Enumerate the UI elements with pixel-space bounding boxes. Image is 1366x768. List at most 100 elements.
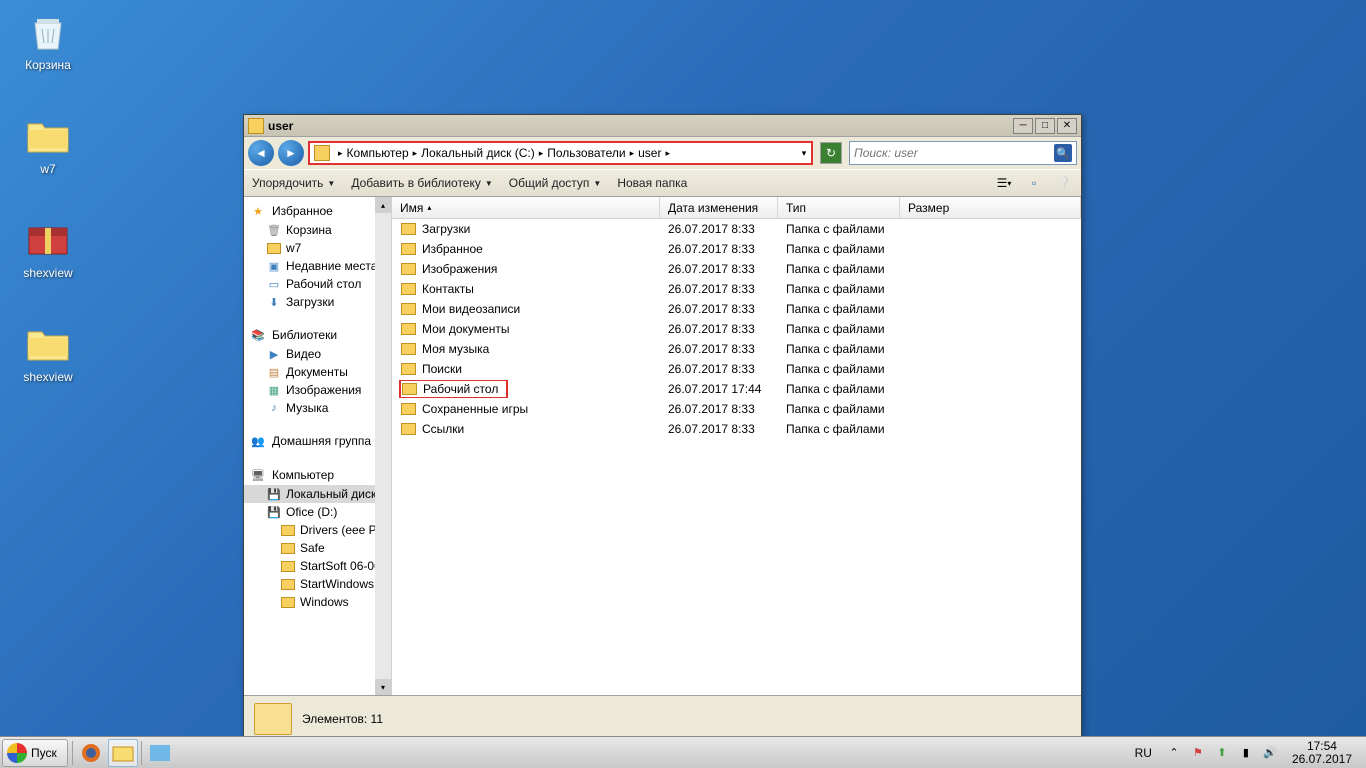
- chevron-right-icon[interactable]: ▸: [338, 148, 343, 159]
- scroll-down-icon[interactable]: ▾: [375, 679, 391, 695]
- sidebar-item[interactable]: ▣Недавние места: [244, 257, 391, 275]
- search-input[interactable]: [854, 146, 1054, 160]
- folder-icon: [24, 320, 72, 368]
- sidebar-libraries-header[interactable]: 📚Библиотеки: [244, 325, 391, 345]
- folder-icon: [400, 281, 416, 297]
- help-button[interactable]: ❔: [1055, 174, 1073, 192]
- breadcrumb-item[interactable]: user: [638, 146, 661, 160]
- titlebar[interactable]: user ─ □ ✕: [244, 115, 1081, 137]
- file-row[interactable]: Изображения26.07.2017 8:33Папка с файлам…: [392, 259, 1081, 279]
- start-button[interactable]: Пуск: [2, 739, 68, 767]
- search-icon[interactable]: 🔍: [1054, 144, 1072, 162]
- sidebar-favorites-header[interactable]: ★Избранное: [244, 201, 391, 221]
- folder-icon: [400, 261, 416, 277]
- folder-icon: [314, 145, 330, 161]
- file-row[interactable]: Контакты26.07.2017 8:33Папка с файлами: [392, 279, 1081, 299]
- file-row[interactable]: Рабочий стол26.07.2017 17:44Папка с файл…: [392, 379, 1081, 399]
- desktop-icon-shexview-1[interactable]: shexview: [10, 216, 86, 280]
- column-header-date[interactable]: Дата изменения: [660, 197, 778, 218]
- sidebar-item[interactable]: StartSoft 06-06-: [244, 557, 391, 575]
- sidebar-item[interactable]: 💾Ofice (D:): [244, 503, 391, 521]
- file-row[interactable]: Загрузки26.07.2017 8:33Папка с файлами: [392, 219, 1081, 239]
- sidebar-item[interactable]: ⬇Загрузки: [244, 293, 391, 311]
- chevron-right-icon[interactable]: ▸: [630, 148, 635, 159]
- breadcrumb: ▸ Компьютер ▸ Локальный диск (C:) ▸ Поль…: [334, 146, 674, 160]
- taskbar-app[interactable]: [145, 739, 175, 767]
- view-options-button[interactable]: ☰▾: [995, 174, 1013, 192]
- statusbar: Элементов: 11: [244, 695, 1081, 741]
- chevron-right-icon[interactable]: ▸: [413, 148, 418, 159]
- folder-icon: [400, 361, 416, 377]
- add-to-library-button[interactable]: Добавить в библиотеку▼: [351, 176, 492, 190]
- file-row[interactable]: Сохраненные игры26.07.2017 8:33Папка с ф…: [392, 399, 1081, 419]
- breadcrumb-item[interactable]: Пользователи: [547, 146, 625, 160]
- chevron-up-icon[interactable]: ⌃: [1166, 745, 1182, 761]
- new-folder-button[interactable]: Новая папка: [617, 176, 687, 190]
- sidebar-item[interactable]: w7: [244, 239, 391, 257]
- folder-icon: [24, 112, 72, 160]
- preview-pane-button[interactable]: ▫: [1025, 174, 1043, 192]
- window-title: user: [268, 119, 1013, 133]
- scroll-up-icon[interactable]: ▴: [375, 197, 391, 213]
- folder-icon: [254, 703, 292, 735]
- folder-icon: [400, 221, 416, 237]
- sidebar-item[interactable]: Drivers (eee PC: [244, 521, 391, 539]
- clock[interactable]: 17:54 26.07.2017: [1286, 740, 1358, 766]
- file-row[interactable]: Ссылки26.07.2017 8:33Папка с файлами: [392, 419, 1081, 439]
- file-row[interactable]: Мои документы26.07.2017 8:33Папка с файл…: [392, 319, 1081, 339]
- minimize-button[interactable]: ─: [1013, 118, 1033, 134]
- breadcrumb-item[interactable]: Локальный диск (C:): [421, 146, 535, 160]
- column-header-size[interactable]: Размер: [900, 197, 1081, 218]
- forward-button[interactable]: ►: [278, 140, 304, 166]
- sidebar-item[interactable]: ▶Видео: [244, 345, 391, 363]
- search-box[interactable]: 🔍: [849, 141, 1077, 165]
- sidebar-item[interactable]: ▦Изображения: [244, 381, 391, 399]
- address-bar[interactable]: ▸ Компьютер ▸ Локальный диск (C:) ▸ Поль…: [308, 141, 813, 165]
- folder-icon: [400, 241, 416, 257]
- sidebar-item[interactable]: ▭Рабочий стол: [244, 275, 391, 293]
- file-row[interactable]: Моя музыка26.07.2017 8:33Папка с файлами: [392, 339, 1081, 359]
- column-header-type[interactable]: Тип: [778, 197, 900, 218]
- sidebar-item[interactable]: 🗑Корзина: [244, 221, 391, 239]
- folder-icon: [280, 540, 296, 556]
- taskbar-explorer[interactable]: [108, 739, 138, 767]
- sidebar-item[interactable]: ♪Музыка: [244, 399, 391, 417]
- breadcrumb-item[interactable]: Компьютер: [347, 146, 409, 160]
- sidebar-scrollbar[interactable]: ▴ ▾: [375, 197, 391, 695]
- recycle-bin-icon: [24, 8, 72, 56]
- close-button[interactable]: ✕: [1057, 118, 1077, 134]
- sidebar-computer-header[interactable]: 🖥Компьютер: [244, 465, 391, 485]
- language-indicator[interactable]: RU: [1129, 746, 1158, 760]
- network-icon[interactable]: ▮: [1238, 745, 1254, 761]
- sidebar-item[interactable]: Safe: [244, 539, 391, 557]
- address-dropdown[interactable]: ▾: [797, 148, 811, 159]
- usb-icon[interactable]: ⬆: [1214, 745, 1230, 761]
- desktop-icon-w7[interactable]: w7: [10, 112, 86, 176]
- windows-orb-icon: [7, 743, 27, 763]
- file-row[interactable]: Поиски26.07.2017 8:33Папка с файлами: [392, 359, 1081, 379]
- refresh-button[interactable]: ↻: [820, 142, 842, 164]
- column-header-name[interactable]: Имя▴: [392, 197, 660, 218]
- chevron-right-icon[interactable]: ▸: [665, 148, 670, 159]
- maximize-button[interactable]: □: [1035, 118, 1055, 134]
- sidebar-item[interactable]: StartWindows: [244, 575, 391, 593]
- chevron-right-icon[interactable]: ▸: [539, 148, 544, 159]
- sidebar-item[interactable]: Windows: [244, 593, 391, 611]
- share-button[interactable]: Общий доступ▼: [509, 176, 602, 190]
- desktop-icon-recycle[interactable]: Корзина: [10, 8, 86, 72]
- action-center-icon[interactable]: ⚑: [1190, 745, 1206, 761]
- file-row[interactable]: Мои видеозаписи26.07.2017 8:33Папка с фа…: [392, 299, 1081, 319]
- desktop-icon-shexview-2[interactable]: shexview: [10, 320, 86, 384]
- folder-icon: [280, 558, 296, 574]
- sidebar-item[interactable]: ▤Документы: [244, 363, 391, 381]
- folder-icon: [400, 301, 416, 317]
- organize-button[interactable]: Упорядочить▼: [252, 176, 335, 190]
- volume-icon[interactable]: 🔊: [1262, 745, 1278, 761]
- back-button[interactable]: ◄: [248, 140, 274, 166]
- recycle-icon: 🗑: [266, 222, 282, 238]
- music-icon: ♪: [266, 400, 282, 416]
- file-row[interactable]: Избранное26.07.2017 8:33Папка с файлами: [392, 239, 1081, 259]
- sidebar-homegroup-header[interactable]: 👥Домашняя группа: [244, 431, 391, 451]
- sidebar-item[interactable]: 💾Локальный диск (: [244, 485, 391, 503]
- taskbar-firefox[interactable]: [76, 739, 106, 767]
